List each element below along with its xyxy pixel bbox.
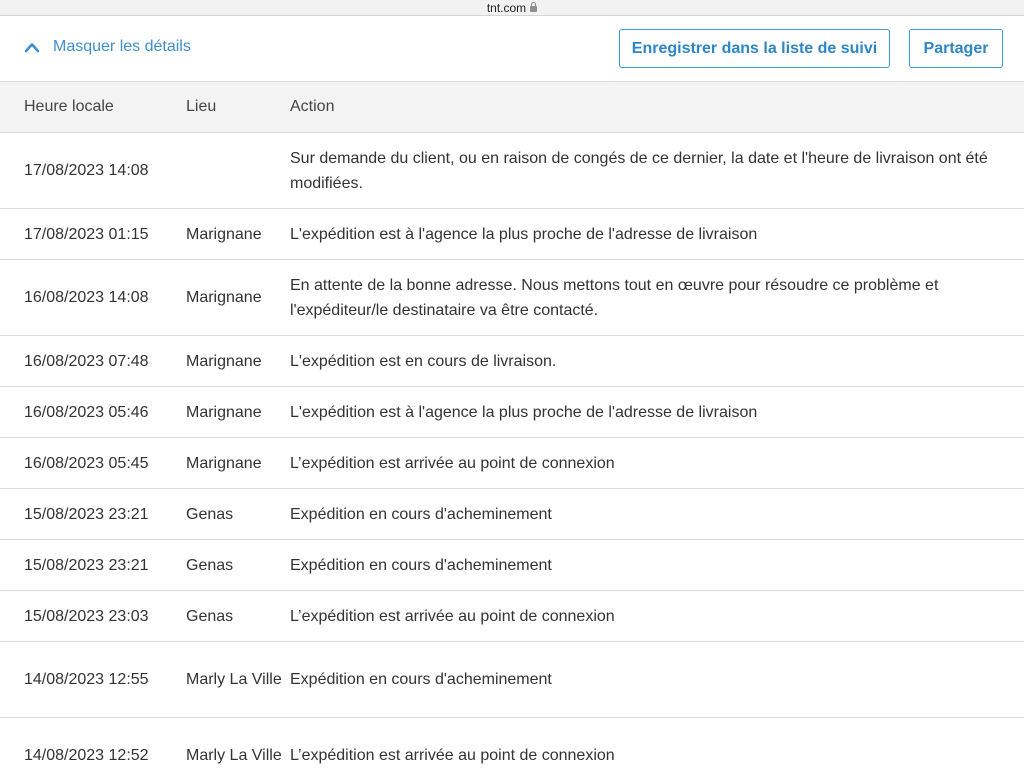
row-location: Genas (186, 539, 290, 591)
row-time: 14/08/2023 12:55 (0, 641, 186, 718)
column-header-location: Lieu (186, 81, 290, 133)
table-row: 16/08/2023 05:46 Marignane L'expédition … (0, 386, 1024, 438)
column-header-local-time: Heure locale (0, 81, 186, 133)
row-action: Sur demande du client, ou en raison de c… (290, 132, 1024, 209)
table-row: 17/08/2023 01:15 Marignane L'expédition … (0, 208, 1024, 260)
row-time: 14/08/2023 12:52 (0, 717, 186, 770)
row-time: 17/08/2023 01:15 (0, 208, 186, 260)
column-header-action: Action (290, 81, 1024, 133)
hide-details-toggle[interactable]: Masquer les détails (24, 38, 191, 56)
row-time: 15/08/2023 23:21 (0, 539, 186, 591)
table-row: 16/08/2023 14:08 Marignane En attente de… (0, 259, 1024, 336)
row-time: 15/08/2023 23:21 (0, 488, 186, 540)
row-action: L'expédition est à l'agence la plus proc… (290, 386, 1024, 438)
row-action: L'expédition est à l'agence la plus proc… (290, 208, 1024, 260)
row-location: Marignane (186, 259, 290, 336)
row-location (186, 132, 290, 209)
row-location: Marly La Ville (186, 641, 290, 718)
row-action: L’expédition est arrivée au point de con… (290, 590, 1024, 642)
row-location: Marly La Ville (186, 717, 290, 770)
row-location: Marignane (186, 335, 290, 387)
row-time: 16/08/2023 14:08 (0, 259, 186, 336)
chevron-up-icon (24, 43, 40, 53)
table-row: 17/08/2023 14:08 Sur demande du client, … (0, 132, 1024, 209)
row-time: 17/08/2023 14:08 (0, 132, 186, 209)
tracking-history-table: Heure locale Lieu Action 17/08/2023 14:0… (0, 81, 1024, 770)
row-action: L’expédition est arrivée au point de con… (290, 717, 1024, 770)
row-action: Expédition en cours d'acheminement (290, 539, 1024, 591)
row-location: Marignane (186, 386, 290, 438)
row-time: 16/08/2023 07:48 (0, 335, 186, 387)
row-location: Genas (186, 590, 290, 642)
table-row: 15/08/2023 23:21 Genas Expédition en cou… (0, 488, 1024, 540)
table-row: 16/08/2023 05:45 Marignane L’expédition … (0, 437, 1024, 489)
row-action: Expédition en cours d'acheminement (290, 488, 1024, 540)
table-row: 16/08/2023 07:48 Marignane L'expédition … (0, 335, 1024, 387)
hide-details-label: Masquer les détails (53, 38, 191, 55)
table-row: 15/08/2023 23:21 Genas Expédition en cou… (0, 539, 1024, 591)
row-time: 16/08/2023 05:45 (0, 437, 186, 489)
lock-icon (530, 1, 538, 12)
details-toolbar: Masquer les détails Enregistrer dans la … (0, 16, 1024, 81)
row-action: Expédition en cours d'acheminement (290, 641, 1024, 718)
row-time: 16/08/2023 05:46 (0, 386, 186, 438)
table-row: 14/08/2023 12:52 Marly La Ville L’expédi… (0, 717, 1024, 770)
save-to-watchlist-button[interactable]: Enregistrer dans la liste de suivi (619, 29, 890, 68)
share-button[interactable]: Partager (909, 29, 1003, 68)
table-row: 14/08/2023 12:55 Marly La Ville Expéditi… (0, 641, 1024, 718)
table-row: 15/08/2023 23:03 Genas L’expédition est … (0, 590, 1024, 642)
table-header-row: Heure locale Lieu Action (0, 81, 1024, 133)
row-location: Genas (186, 488, 290, 540)
row-action: L’expédition est arrivée au point de con… (290, 437, 1024, 489)
row-time: 15/08/2023 23:03 (0, 590, 186, 642)
url-text: tnt.com (486, 0, 527, 15)
row-action: L'expédition est en cours de livraison. (290, 335, 1024, 387)
row-location: Marignane (186, 208, 290, 260)
address-bar[interactable]: tnt.com (0, 0, 1024, 16)
row-location: Marignane (186, 437, 290, 489)
row-action: En attente de la bonne adresse. Nous met… (290, 259, 1024, 336)
